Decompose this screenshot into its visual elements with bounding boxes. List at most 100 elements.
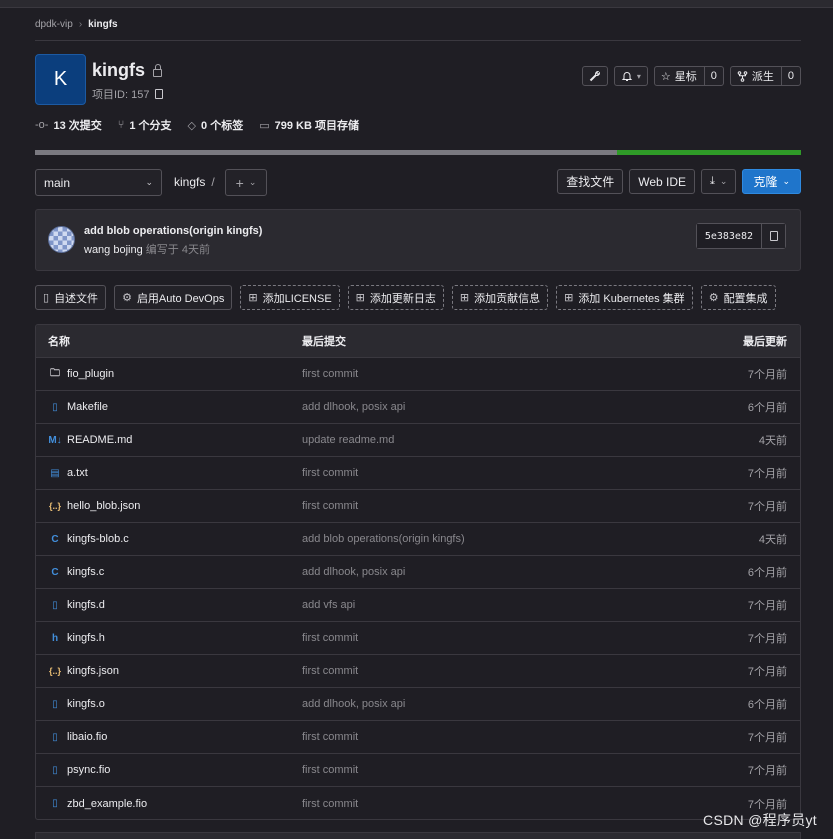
commit-title[interactable]: add blob operations(origin kingfs)	[84, 225, 262, 237]
file-name[interactable]: README.md	[67, 434, 132, 446]
table-row[interactable]: ▯ Makefile add dlhook, posix api 6个月前	[36, 391, 800, 424]
file-name-cell[interactable]: Ckingfs.c	[48, 566, 104, 578]
table-row[interactable]: {..} hello_blob.json first commit 7个月前	[36, 490, 800, 523]
last-commit-cell[interactable]: add dlhook, posix api	[302, 698, 405, 710]
configure-integrations-button[interactable]: ⚙ 配置集成	[700, 285, 776, 310]
table-row[interactable]: ▤ a.txt first commit 7个月前	[36, 457, 800, 490]
file-name-cell[interactable]: ▯ Makefile	[48, 401, 108, 413]
auto-devops-button[interactable]: ⚙ 启用Auto DevOps	[114, 285, 233, 310]
file-name[interactable]: fio_plugin	[67, 368, 114, 380]
toolbar-actions: 查找文件 Web IDE ⤓ ⌄ 克隆 ⌄	[557, 169, 801, 194]
author-avatar[interactable]	[48, 226, 75, 253]
last-commit-cell[interactable]: first commit	[302, 798, 358, 810]
table-row[interactable]: 🗀 fio_plugin first commit 7个月前	[36, 358, 800, 391]
last-commit-cell[interactable]: first commit	[302, 665, 358, 677]
language-segment[interactable]	[35, 150, 618, 155]
add-kubernetes-button[interactable]: ⊞ 添加 Kubernetes 集群	[556, 285, 693, 310]
last-update-cell: 7个月前	[747, 600, 787, 612]
table-row[interactable]: h kingfs.h first commit 7个月前	[36, 622, 800, 655]
copy-icon[interactable]	[155, 89, 164, 99]
fork-button[interactable]: 派生 0	[729, 66, 801, 86]
last-update-cell: 4天前	[758, 435, 787, 447]
file-name[interactable]: Makefile	[67, 401, 108, 413]
file-name-cell[interactable]: h kingfs.h	[48, 632, 105, 644]
branch-selector[interactable]: main ⌄	[35, 169, 162, 196]
chevron-down-icon: ⌄	[145, 177, 153, 187]
table-row[interactable]: ▯ zbd_example.fio first commit 7个月前	[36, 787, 800, 819]
table-row[interactable]: {..} kingfs.json first commit 7个月前	[36, 655, 800, 688]
table-row[interactable]: Ckingfs-blob.c add blob operations(origin…	[36, 523, 800, 556]
last-commit-cell[interactable]: update readme.md	[302, 434, 394, 446]
file-name[interactable]: libaio.fio	[67, 731, 107, 743]
file-name[interactable]: kingfs.json	[67, 665, 119, 677]
find-file-button[interactable]: 查找文件	[557, 169, 624, 194]
bottom-panel	[35, 832, 801, 839]
file-name[interactable]: kingfs.c	[67, 566, 104, 578]
add-changelog-button[interactable]: ⊞ 添加更新日志	[347, 285, 444, 310]
file-name[interactable]: kingfs.d	[67, 599, 105, 611]
table-row[interactable]: ▯ psync.fio first commit 7个月前	[36, 754, 800, 787]
last-commit-cell[interactable]: add blob operations(origin kingfs)	[302, 533, 465, 545]
file-name-cell[interactable]: ▤ a.txt	[48, 467, 88, 479]
tags-stat[interactable]: ◇ 0 个标签	[188, 117, 244, 133]
quick-action-label: 添加 Kubernetes 集群	[578, 292, 685, 305]
repo-path-root[interactable]: kingfs	[174, 175, 205, 189]
file-name-cell[interactable]: 🗀 fio_plugin	[48, 366, 114, 383]
add-contributing-button[interactable]: ⊞ 添加贡献信息	[451, 285, 549, 310]
file-name-cell[interactable]: Ckingfs-blob.c	[48, 533, 129, 545]
file-name-cell[interactable]: ▯ kingfs.d	[48, 599, 105, 611]
divider	[35, 40, 801, 41]
commit-author[interactable]: wang bojing	[84, 244, 143, 256]
quick-actions: ▯ 自述文件 ⚙ 启用Auto DevOps ⊞ 添加LICENSE ⊞ 添加更新日志 …	[35, 285, 801, 310]
table-row[interactable]: ▯ kingfs.d add vfs api 7个月前	[36, 589, 800, 622]
settings-button[interactable]	[581, 66, 608, 86]
web-ide-button[interactable]: Web IDE	[629, 169, 696, 194]
last-commit-cell[interactable]: add dlhook, posix api	[302, 401, 405, 413]
file-name[interactable]: hello_blob.json	[67, 500, 140, 512]
breadcrumb-project[interactable]: kingfs	[88, 19, 117, 30]
copy-sha-button[interactable]	[761, 224, 785, 248]
file-name-cell[interactable]: ▯ libaio.fio	[48, 731, 107, 743]
file-name[interactable]: kingfs.h	[67, 632, 105, 644]
star-button[interactable]: ☆ 星标 0	[653, 66, 724, 86]
file-name[interactable]: a.txt	[67, 467, 88, 479]
table-row[interactable]: ▯ kingfs.o add dlhook, posix api 6个月前	[36, 688, 800, 721]
file-name-cell[interactable]: ▯ psync.fio	[48, 764, 110, 776]
readme-button[interactable]: ▯ 自述文件	[35, 285, 107, 310]
add-dropdown-button[interactable]: + ⌄	[225, 169, 267, 196]
file-name-cell[interactable]: {..} kingfs.json	[48, 665, 119, 677]
last-commit-cell[interactable]: first commit	[302, 731, 358, 743]
notification-button[interactable]: ▾	[613, 66, 648, 86]
last-update-cell: 4天前	[758, 534, 787, 546]
last-commit-cell[interactable]: first commit	[302, 368, 358, 380]
storage-stat[interactable]: ▭ 799 KB 项目存储	[259, 117, 359, 133]
file-name[interactable]: kingfs-blob.c	[67, 533, 129, 545]
file-name-cell[interactable]: ▯ kingfs.o	[48, 698, 105, 710]
file-name[interactable]: kingfs.o	[67, 698, 105, 710]
last-commit-cell[interactable]: first commit	[302, 467, 358, 479]
last-commit-cell[interactable]: first commit	[302, 632, 358, 644]
last-update-cell: 7个月前	[747, 732, 787, 744]
language-segment[interactable]	[617, 150, 801, 155]
commit-sha[interactable]: 5e383e82	[696, 224, 761, 248]
file-name-cell[interactable]: ▯ zbd_example.fio	[48, 798, 147, 810]
breadcrumb-group[interactable]: dpdk-vip	[35, 19, 73, 30]
last-commit-cell[interactable]: first commit	[302, 500, 358, 512]
last-commit-cell[interactable]: first commit	[302, 764, 358, 776]
file-name-cell[interactable]: M↓ README.md	[48, 434, 132, 446]
file-name[interactable]: psync.fio	[67, 764, 110, 776]
last-commit-cell[interactable]: add dlhook, posix api	[302, 566, 405, 578]
language-bar[interactable]	[35, 150, 801, 155]
download-button[interactable]: ⤓ ⌄	[701, 169, 737, 194]
table-row[interactable]: ▯ libaio.fio first commit 7个月前	[36, 721, 800, 754]
branches-stat[interactable]: ⑂ 1 个分支	[118, 117, 172, 133]
file-name-cell[interactable]: {..} hello_blob.json	[48, 500, 140, 512]
commits-stat[interactable]: -o- 13 次提交	[35, 117, 102, 133]
table-row[interactable]: Ckingfs.c add dlhook, posix api 6个月前	[36, 556, 800, 589]
last-commit-cell[interactable]: add vfs api	[302, 599, 355, 611]
add-license-button[interactable]: ⊞ 添加LICENSE	[240, 285, 340, 310]
table-row[interactable]: M↓ README.md update readme.md 4天前	[36, 424, 800, 457]
clone-button[interactable]: 克隆 ⌄	[742, 169, 801, 194]
file-name[interactable]: zbd_example.fio	[67, 798, 147, 810]
c-file-icon: C	[51, 566, 59, 578]
